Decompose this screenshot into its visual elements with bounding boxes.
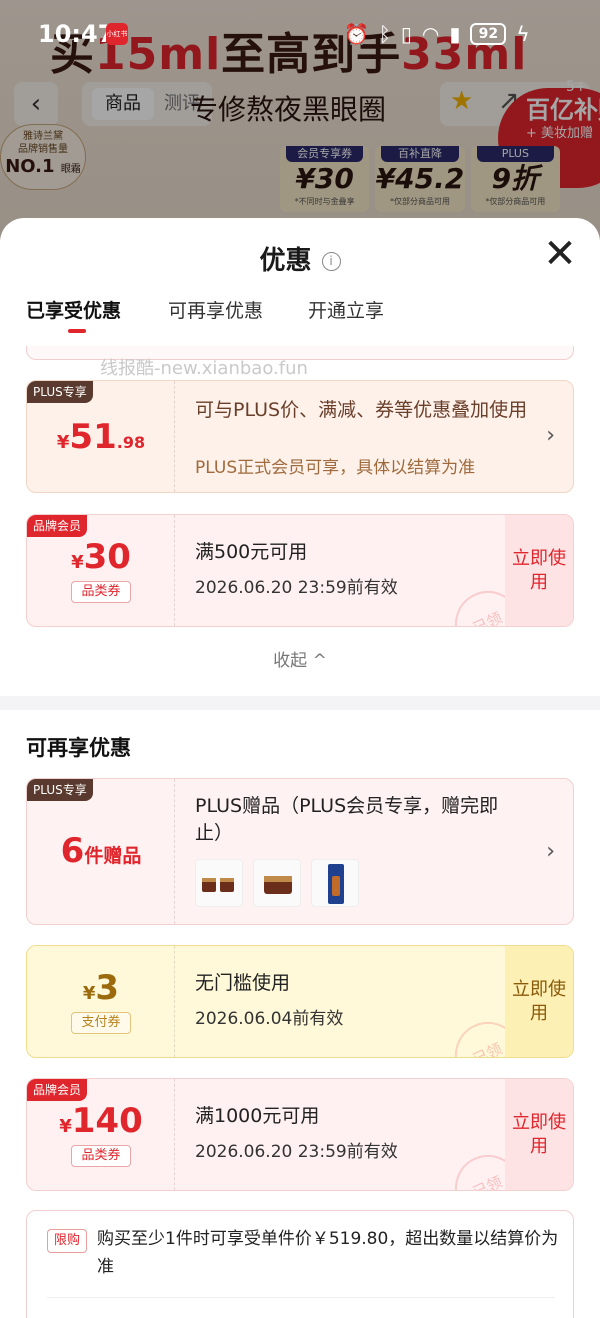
watermark: 线报酷-new.xianbao.fun (100, 358, 308, 379)
card-value-area: ¥3 支付券 (27, 946, 175, 1057)
signal-icon: ▮ (449, 22, 461, 46)
plus-condition-text: PLUS正式会员可享，具体以结算为准 (195, 458, 476, 478)
gift-count: 6件赠品 (60, 831, 142, 871)
gift-thumbnail (195, 859, 243, 907)
purchase-limit-box: 限购 购买至少1件时可享受单件价￥519.80，超出数量以结算价为准 (26, 1210, 574, 1318)
gift-description: PLUS赠品（PLUS会员专享，赠完即止） (195, 795, 499, 844)
coupon-threshold: 无门槛使用 (195, 972, 291, 994)
coupon-expiry: 2026.06.20 23:59前有效 (195, 578, 398, 598)
card-description: PLUS赠品（PLUS会员专享，赠完即止） (195, 779, 573, 924)
coupon-type: 支付券 (71, 1012, 131, 1034)
divider (47, 1297, 555, 1298)
status-bar: 10:47 小红书 ⏰ ᛒ ▯ ◠ ▮ 92 ϟ (0, 0, 600, 68)
vibrate-icon: ▯ (400, 22, 412, 46)
discount-list[interactable]: 线报酷-new.xianbao.fun PLUS专享 ¥51.98 可与PLUS… (0, 346, 600, 1318)
brand-coupon-card[interactable]: 品牌会员 ¥140 品类券 满1000元可用 2026.06.20 23:59前… (26, 1078, 574, 1191)
card-value-area: PLUS专享 6件赠品 (27, 779, 175, 924)
section-title: 可再享优惠 (26, 736, 131, 760)
pay-coupon-card[interactable]: ¥3 支付券 无门槛使用 2026.06.04前有效 已领 立即使用 (26, 945, 574, 1058)
gift-thumbnail (253, 859, 301, 907)
card-value-area: 品牌会员 ¥140 品类券 (27, 1079, 175, 1190)
brand-coupon-card[interactable]: 品牌会员 ¥30 品类券 满500元可用 2026.06.20 23:59前有效… (26, 514, 574, 627)
battery-icon: 92 (470, 23, 507, 45)
limit-tag: 限购 (47, 1229, 87, 1253)
bluetooth-icon: ᛒ (378, 22, 391, 46)
tab-enjoyed[interactable]: 已享受优惠 (26, 296, 121, 323)
card-value-area: 品牌会员 ¥30 品类券 (27, 515, 175, 626)
wifi-icon: ◠ (421, 22, 440, 46)
discount-amount: ¥51.98 (56, 417, 146, 457)
use-now-button[interactable]: 立即使用 (505, 946, 573, 1057)
status-icons: ⏰ ᛒ ▯ ◠ ▮ 92 ϟ (344, 22, 530, 46)
coupon-expiry: 2026.06.20 23:59前有效 (195, 1142, 398, 1162)
limit-text: 购买至少1件时可享受单件价￥519.80，超出数量以结算价为准 (97, 1229, 559, 1277)
coupon-type: 品类券 (71, 1145, 131, 1167)
close-button[interactable]: ✕ (542, 234, 578, 274)
clock: 10:47 (38, 20, 115, 48)
coupon-type: 品类券 (71, 581, 131, 603)
brand-member-tag: 品牌会员 (27, 515, 88, 537)
plus-tag: PLUS专享 (27, 779, 93, 801)
section-divider (0, 696, 600, 710)
chevron-right-icon[interactable]: › (546, 839, 555, 864)
discount-tabs: 已享受优惠 可再享优惠 开通立享 (0, 296, 600, 346)
charging-icon: ϟ (516, 22, 530, 46)
plus-benefit-text: 可与PLUS价、满减、券等优惠叠加使用 (195, 399, 528, 421)
app-notification-icon: 小红书 (106, 23, 128, 45)
active-tab-indicator (68, 329, 86, 333)
discount-sheet: 优惠 i ✕ 已享受优惠 可再享优惠 开通立享 线报酷-new.xianbao.f… (0, 218, 600, 1318)
coupon-expiry: 2026.06.04前有效 (195, 1009, 344, 1029)
coupon-amount: ¥140 (59, 1101, 143, 1141)
collapse-button[interactable]: 收起 ^ (0, 646, 600, 671)
use-now-button[interactable]: 立即使用 (505, 1079, 573, 1190)
use-now-button[interactable]: 立即使用 (505, 515, 573, 626)
coupon-threshold: 满500元可用 (195, 541, 308, 563)
card-value-area: PLUS专享 ¥51.98 (27, 381, 175, 492)
coupon-amount: ¥3 (82, 968, 120, 1008)
tab-more-available[interactable]: 可再享优惠 (168, 296, 263, 323)
info-icon[interactable]: i (321, 252, 341, 271)
alarm-icon: ⏰ (344, 22, 369, 46)
card-description: 可与PLUS价、满减、券等优惠叠加使用 PLUS正式会员可享，具体以结算为准 (195, 381, 573, 492)
plus-discount-card[interactable]: PLUS专享 ¥51.98 可与PLUS价、满减、券等优惠叠加使用 PLUS正式… (26, 380, 574, 493)
plus-tag: PLUS专享 (27, 381, 93, 403)
sheet-title: 优惠 i (0, 240, 600, 277)
chevron-right-icon[interactable]: › (546, 423, 555, 448)
coupon-amount: ¥30 (71, 537, 131, 577)
brand-member-tag: 品牌会员 (27, 1079, 88, 1101)
coupon-threshold: 满1000元可用 (195, 1105, 320, 1127)
gift-thumbnail (311, 859, 359, 907)
tab-activate[interactable]: 开通立享 (308, 296, 384, 323)
plus-gift-card[interactable]: PLUS专享 6件赠品 PLUS赠品（PLUS会员专享，赠完即止） › (26, 778, 574, 925)
